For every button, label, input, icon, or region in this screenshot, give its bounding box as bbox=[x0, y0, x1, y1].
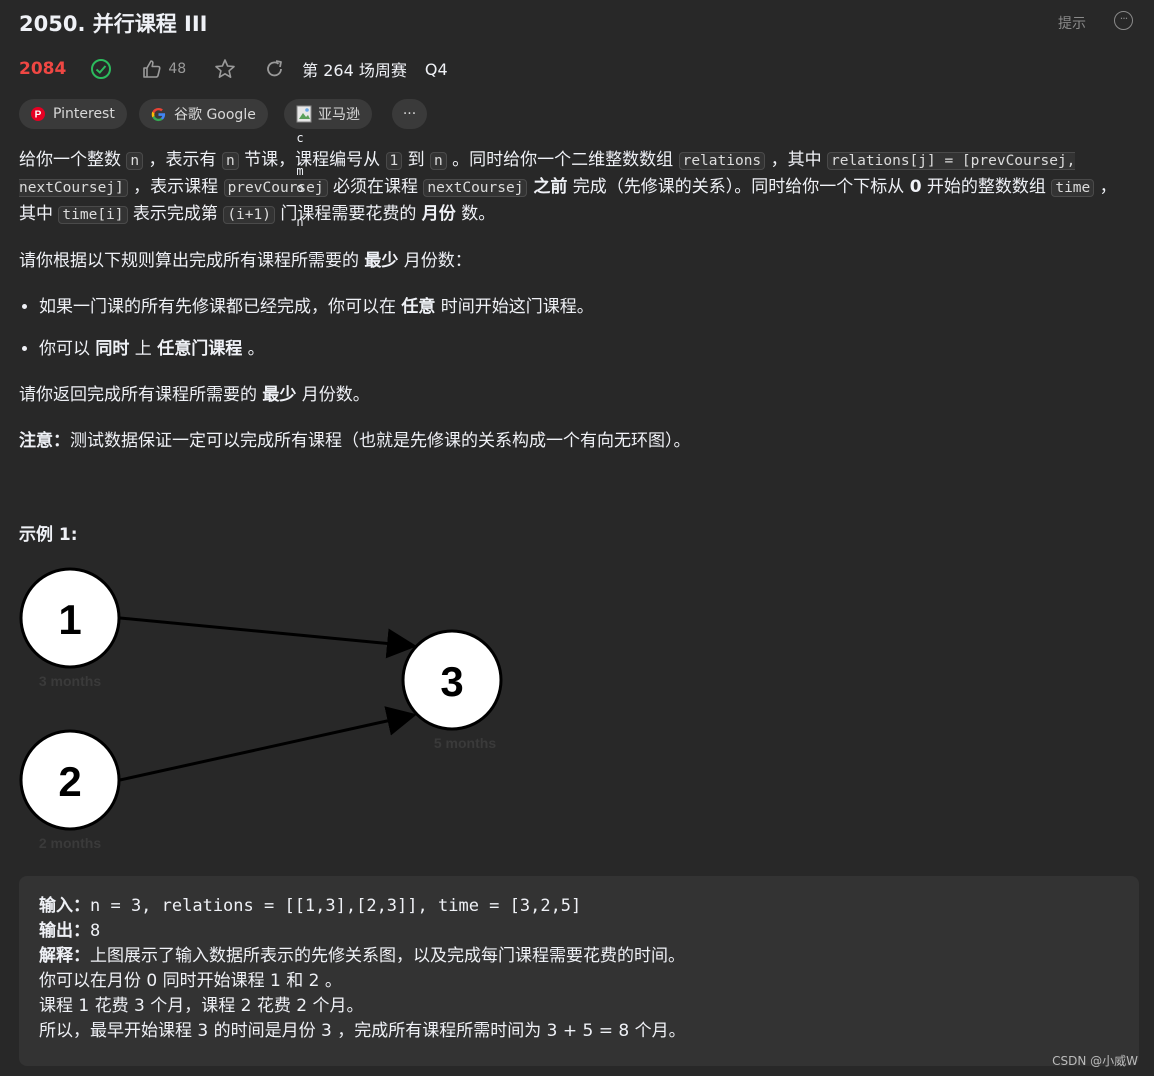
example-explain-line: 所以，最早开始课程 3 的时间是月份 3 ，完成所有课程所需时间为 3 + 5 … bbox=[39, 1021, 686, 1041]
meta-row: 2084 48 第 264 场周赛 Q4 bbox=[19, 57, 719, 81]
quarter-label[interactable]: Q4 bbox=[425, 60, 448, 79]
node-2: 2 2 months bbox=[19, 729, 121, 851]
company-tags: P Pinterest 谷歌 Google 亚马逊 ··· bbox=[19, 99, 439, 129]
pinterest-icon: P bbox=[31, 107, 45, 121]
node-1: 1 3 months bbox=[19, 567, 121, 689]
example-explain: 解释：上图展示了输入数据所表示的先修关系图，以及完成每门课程需要花费的时间。 bbox=[39, 946, 685, 966]
svg-text:3 months: 3 months bbox=[39, 673, 101, 689]
more-tags-icon: ··· bbox=[402, 106, 417, 122]
like-count: 48 bbox=[168, 61, 187, 77]
hint-button[interactable]: 提示 bbox=[1058, 13, 1086, 33]
share-icon[interactable] bbox=[264, 58, 286, 80]
example-output: 输出：8 bbox=[39, 921, 101, 941]
more-tags-button[interactable]: ··· bbox=[392, 99, 427, 129]
problem-description: 给你一个整数 n ，表示有 n 节课，课程编号从 1 到 n 。同时给你一个二维… bbox=[19, 147, 1119, 548]
tag-google[interactable]: 谷歌 Google bbox=[139, 99, 268, 129]
amazon-image-icon bbox=[296, 105, 312, 123]
edge-1-3 bbox=[119, 616, 417, 659]
edge-2-3 bbox=[119, 706, 417, 782]
like-button[interactable]: 48 bbox=[142, 59, 186, 79]
node-3: 3 5 months bbox=[401, 629, 503, 751]
svg-text:1: 1 bbox=[58, 596, 81, 643]
svg-text:P: P bbox=[35, 110, 42, 121]
overlay-glyphs: c m o n bbox=[296, 131, 304, 229]
description-paragraph-2: 请你根据以下规则算出完成所有课程所需要的 最少 月份数： bbox=[19, 251, 472, 271]
description-note: 注意：测试数据保证一定可以完成所有课程（也就是先修课的关系构成一个有向无环图）。 bbox=[19, 431, 691, 451]
contest-label[interactable]: 第 264 场周赛 bbox=[302, 57, 407, 81]
example-explain-line: 你可以在月份 0 同时开始课程 1 和 2 。 bbox=[39, 971, 342, 991]
watermark: CSDN @小威W bbox=[1052, 1054, 1138, 1068]
example-heading: 示例 1: bbox=[19, 525, 78, 545]
example-input: 输入：n = 3, relations = [[1,3],[2,3]], tim… bbox=[39, 896, 582, 916]
rules-list: 如果一门课的所有先修课都已经完成，你可以在 任意 时间开始这门课程。 你可以 同… bbox=[19, 294, 1119, 362]
svg-text:5 months: 5 months bbox=[434, 735, 496, 751]
svg-text:2 months: 2 months bbox=[39, 835, 101, 851]
list-item: 如果一门课的所有先修课都已经完成，你可以在 任意 时间开始这门课程。 bbox=[39, 294, 1119, 320]
description-paragraph-1: 给你一个整数 n ，表示有 n 节课，课程编号从 1 到 n 。同时给你一个二维… bbox=[19, 150, 1117, 224]
star-icon[interactable] bbox=[214, 58, 236, 80]
prerequisite-graph: 1 3 months 2 2 months 3 5 months bbox=[19, 567, 503, 851]
description-paragraph-3: 请你返回完成所有课程所需要的 最少 月份数。 bbox=[19, 385, 370, 405]
svg-text:3: 3 bbox=[440, 658, 463, 705]
thumbs-up-icon bbox=[143, 60, 161, 78]
more-icon[interactable]: ··· bbox=[1114, 11, 1133, 30]
list-item: 你可以 同时 上 任意门课程 。 bbox=[39, 336, 1119, 362]
svg-text:2: 2 bbox=[58, 758, 81, 805]
page-title: 2050. 并行课程 III bbox=[19, 12, 208, 36]
example-box: 输入：n = 3, relations = [[1,3],[2,3]], tim… bbox=[19, 876, 1139, 1066]
problem-id: 2084 bbox=[19, 59, 67, 79]
tag-amazon[interactable]: 亚马逊 bbox=[284, 99, 372, 129]
google-icon bbox=[151, 107, 166, 121]
example-explain-line: 课程 1 花费 3 个月，课程 2 花费 2 个月。 bbox=[39, 996, 364, 1016]
solved-check-icon bbox=[90, 58, 112, 80]
tag-pinterest[interactable]: P Pinterest bbox=[19, 99, 127, 129]
